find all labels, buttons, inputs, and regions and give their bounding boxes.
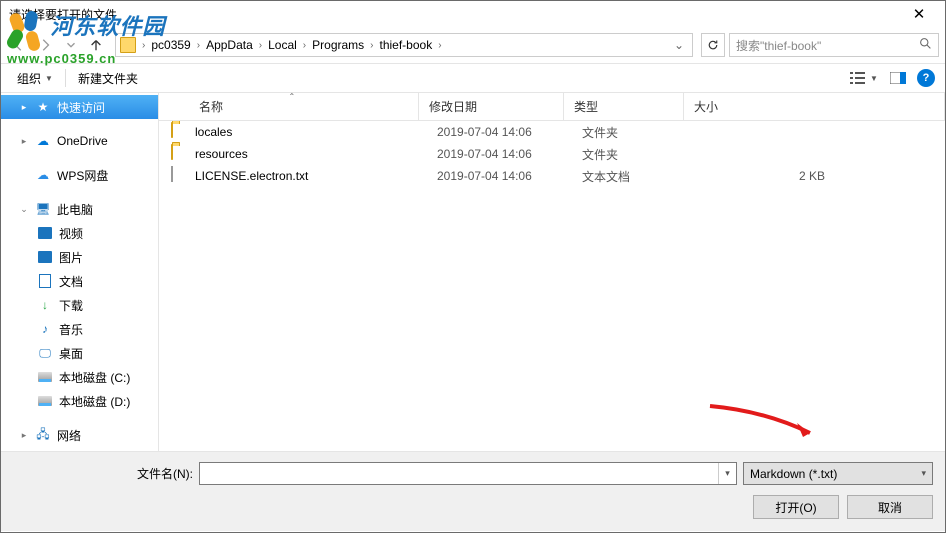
column-size[interactable]: 大小 (684, 93, 945, 120)
main-area: ▸★快速访问 ▸☁OneDrive ☁WPS网盘 ⌄🖥此电脑 视频 图片 文档 … (1, 93, 945, 451)
preview-pane-button[interactable] (883, 67, 913, 89)
refresh-button[interactable] (701, 33, 725, 57)
sidebar-item-downloads[interactable]: ↓下载 (1, 293, 158, 317)
column-type[interactable]: 类型 (564, 93, 684, 120)
sidebar-item-network[interactable]: ▸🖧网络 (1, 423, 158, 447)
folder-icon (171, 145, 189, 163)
chevron-down-icon: ▾ (718, 463, 736, 484)
file-row[interactable]: resources 2019-07-04 14:06 文件夹 (159, 143, 945, 165)
file-type: 文件夹 (572, 124, 692, 141)
search-placeholder: 搜索"thief-book" (736, 37, 919, 54)
filename-input[interactable]: ▾ (199, 462, 737, 485)
chevron-right-icon: › (259, 40, 262, 51)
close-button[interactable]: ✕ (899, 5, 939, 23)
file-date: 2019-07-04 14:06 (427, 125, 572, 139)
sidebar: ▸★快速访问 ▸☁OneDrive ☁WPS网盘 ⌄🖥此电脑 视频 图片 文档 … (1, 93, 159, 451)
file-name: resources (195, 147, 427, 161)
sidebar-item-disk-c[interactable]: 本地磁盘 (C:) (1, 365, 158, 389)
view-mode-button[interactable]: ▼ (849, 67, 879, 89)
navbar: › pc0359 › AppData › Local › Programs › … (1, 27, 945, 63)
open-button[interactable]: 打开(O) (753, 495, 839, 519)
toolbar: 组织 ▼ 新建文件夹 ▼ ? (1, 63, 945, 93)
sidebar-item-quick-access[interactable]: ▸★快速访问 (1, 95, 158, 119)
breadcrumb-item[interactable]: Programs (308, 36, 368, 54)
chevron-right-icon: › (197, 40, 200, 51)
breadcrumb[interactable]: › pc0359 › AppData › Local › Programs › … (115, 33, 693, 57)
chevron-right-icon: › (370, 40, 373, 51)
file-size: 2 KB (692, 169, 945, 183)
file-row[interactable]: LICENSE.electron.txt 2019-07-04 14:06 文本… (159, 165, 945, 187)
chevron-right-icon: › (438, 40, 441, 51)
chevron-right-icon: › (303, 40, 306, 51)
breadcrumb-item[interactable]: AppData (202, 36, 257, 54)
file-list: locales 2019-07-04 14:06 文件夹 resources 2… (159, 121, 945, 451)
breadcrumb-item[interactable]: Local (264, 36, 301, 54)
dialog-footer: 文件名(N): ▾ Markdown (*.txt) ▾ 打开(O) 取消 (1, 451, 945, 531)
file-date: 2019-07-04 14:06 (427, 147, 572, 161)
breadcrumb-item[interactable]: pc0359 (147, 36, 194, 54)
nav-back-button[interactable] (7, 33, 31, 57)
chevron-down-icon: ▾ (921, 468, 926, 479)
cancel-button[interactable]: 取消 (847, 495, 933, 519)
file-name: LICENSE.electron.txt (195, 169, 427, 183)
sidebar-item-disk-d[interactable]: 本地磁盘 (D:) (1, 389, 158, 413)
column-date[interactable]: 修改日期 (419, 93, 564, 120)
sidebar-item-onedrive[interactable]: ▸☁OneDrive (1, 129, 158, 153)
new-folder-button[interactable]: 新建文件夹 (72, 68, 144, 89)
sidebar-item-documents[interactable]: 文档 (1, 269, 158, 293)
nav-forward-button[interactable] (33, 33, 57, 57)
file-type-filter[interactable]: Markdown (*.txt) ▾ (743, 462, 933, 485)
content-area: ⌃名称 修改日期 类型 大小 locales 2019-07-04 14:06 … (159, 93, 945, 451)
sidebar-item-wps[interactable]: ☁WPS网盘 (1, 163, 158, 187)
breadcrumb-item[interactable]: thief-book (376, 36, 437, 54)
sidebar-item-desktop[interactable]: 🖵桌面 (1, 341, 158, 365)
column-name[interactable]: ⌃名称 (159, 93, 419, 120)
titlebar: 请选择要打开的文件 ✕ (1, 1, 945, 27)
sidebar-item-pictures[interactable]: 图片 (1, 245, 158, 269)
file-row[interactable]: locales 2019-07-04 14:06 文件夹 (159, 121, 945, 143)
file-type: 文件夹 (572, 146, 692, 163)
window-title: 请选择要打开的文件 (7, 6, 899, 23)
breadcrumb-dropdown[interactable]: ⌄ (670, 38, 688, 52)
file-name: locales (195, 125, 427, 139)
chevron-right-icon: › (142, 40, 145, 51)
file-type: 文本文档 (572, 168, 692, 185)
nav-recent-button[interactable] (59, 33, 83, 57)
organize-button[interactable]: 组织 ▼ (11, 68, 59, 89)
nav-up-button[interactable] (85, 34, 107, 56)
search-icon (919, 37, 932, 53)
sidebar-item-this-pc[interactable]: ⌄🖥此电脑 (1, 197, 158, 221)
sidebar-item-music[interactable]: ♪音乐 (1, 317, 158, 341)
separator (65, 69, 66, 87)
folder-icon (171, 123, 189, 141)
search-input[interactable]: 搜索"thief-book" (729, 33, 939, 57)
sidebar-item-videos[interactable]: 视频 (1, 221, 158, 245)
folder-icon (120, 37, 136, 53)
filter-label: Markdown (*.txt) (750, 467, 837, 481)
file-date: 2019-07-04 14:06 (427, 169, 572, 183)
sort-indicator-icon: ⌃ (289, 92, 296, 101)
column-headers: ⌃名称 修改日期 类型 大小 (159, 93, 945, 121)
text-file-icon (171, 167, 189, 185)
filename-label: 文件名(N): (13, 465, 193, 482)
help-button[interactable]: ? (917, 69, 935, 87)
